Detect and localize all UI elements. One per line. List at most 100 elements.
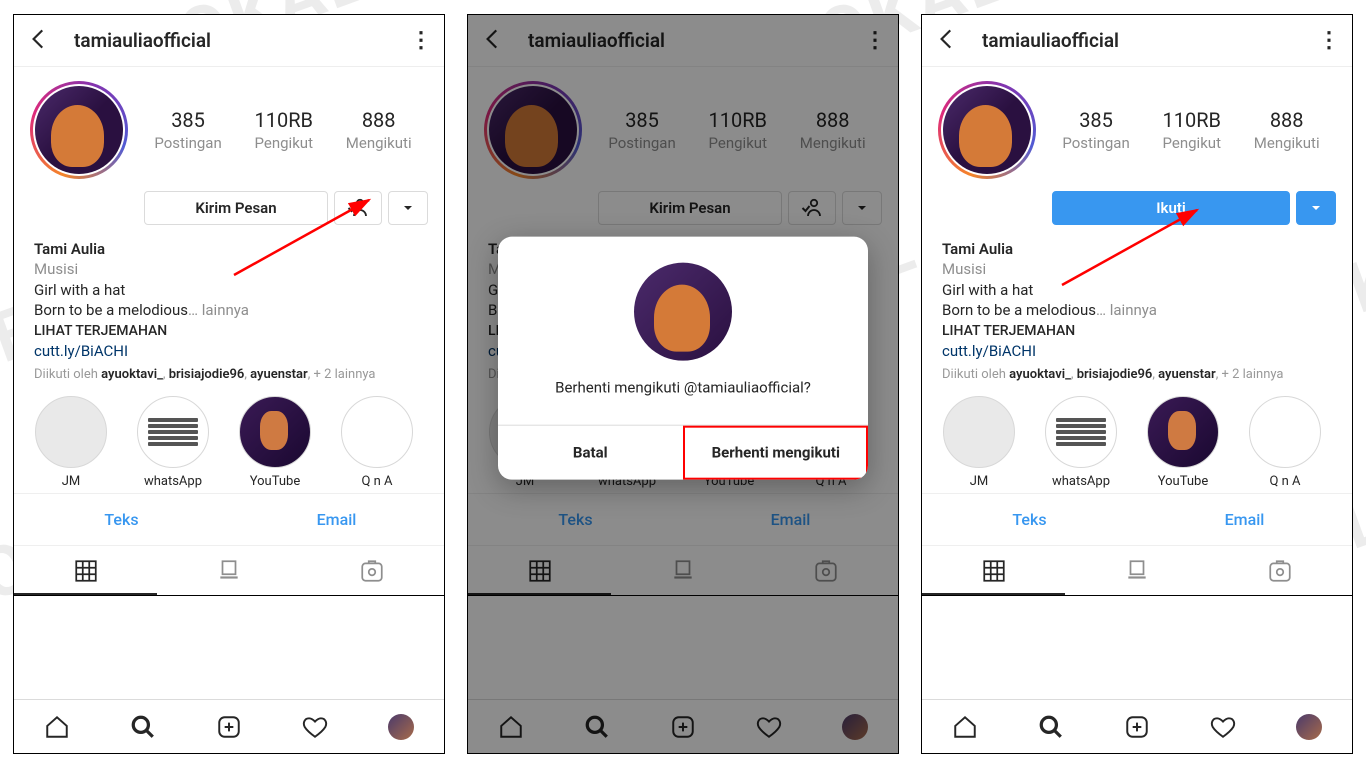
- profile-header: tamiauliaofficial ⋮: [922, 15, 1352, 67]
- highlight-item[interactable]: whatsApp: [128, 396, 218, 489]
- bio-link[interactable]: cutt.ly/BiACHI: [942, 341, 1332, 361]
- bio-more[interactable]: … lainnya: [188, 301, 249, 319]
- highlight-item[interactable]: Q n A: [332, 396, 422, 489]
- modal-confirm-button[interactable]: Berhenti mengikuti: [683, 426, 869, 480]
- highlights-row: JM whatsApp YouTube Q n A: [14, 386, 444, 494]
- highlight-item[interactable]: Q n A: [1240, 396, 1330, 489]
- bio-line2: Born to be a melodious… lainnya: [34, 300, 424, 320]
- profile-username: tamiauliaofficial: [982, 29, 1318, 52]
- action-row: Kirim Pesan: [14, 187, 444, 229]
- stat-following[interactable]: 888Mengikuti: [1254, 108, 1320, 152]
- bio-name: Tami Aulia: [942, 239, 1332, 259]
- unfollow-modal: Berhenti mengikuti @tamiauliaofficial? B…: [498, 237, 868, 480]
- contact-text-button[interactable]: Teks: [14, 494, 229, 545]
- stat-following-num: 888: [1254, 108, 1320, 132]
- highlight-label: Q n A: [332, 474, 422, 489]
- modal-cancel-button[interactable]: Batal: [498, 426, 683, 480]
- back-arrow-icon[interactable]: [26, 26, 52, 56]
- profile-stats: 385 Postingan 110RB Pengikut 888 Mengiku…: [138, 108, 428, 152]
- nav-home[interactable]: [14, 700, 100, 753]
- nav-search[interactable]: [1008, 700, 1094, 753]
- nav-profile[interactable]: [358, 700, 444, 753]
- suggestions-dropdown-button[interactable]: [1296, 191, 1336, 225]
- stat-posts[interactable]: 385Postingan: [1062, 108, 1129, 152]
- bio: Tami Aulia Musisi Girl with a hat Born t…: [14, 229, 444, 365]
- nav-activity[interactable]: [272, 700, 358, 753]
- bio-name: Tami Aulia: [34, 239, 424, 259]
- modal-buttons: Batal Berhenti mengikuti: [498, 425, 868, 480]
- stat-followers-label: Pengikut: [255, 134, 314, 152]
- stat-posts-num: 385: [1062, 108, 1129, 132]
- profile-avatar[interactable]: [938, 81, 1036, 179]
- followed-by-name: brisiajodie96: [169, 367, 245, 382]
- profile-header: tamiauliaofficial ⋮: [14, 15, 444, 67]
- tagged-view-tab[interactable]: [1209, 546, 1352, 595]
- bio-line2: Born to be a melodious: [942, 301, 1096, 319]
- contact-email-button[interactable]: Email: [229, 494, 444, 545]
- highlight-item[interactable]: YouTube: [1138, 396, 1228, 489]
- following-status-button[interactable]: [334, 191, 382, 225]
- highlight-label: JM: [934, 474, 1024, 489]
- followed-by-name: ayuenstar: [250, 367, 308, 382]
- phone-3: tamiauliaofficial ⋮ 385Postingan 110RBPe…: [921, 14, 1353, 754]
- followed-by-prefix: Diikuti oleh: [34, 367, 98, 382]
- contact-email-button[interactable]: Email: [1137, 494, 1352, 545]
- modal-text: Berhenti mengikuti @tamiauliaofficial?: [498, 379, 868, 425]
- followed-by-row[interactable]: Diikuti oleh ayuoktavi_, brisiajodie96, …: [922, 365, 1352, 386]
- stat-followers-num: 110RB: [1163, 108, 1222, 132]
- more-options-icon[interactable]: ⋮: [410, 28, 432, 53]
- more-options-icon[interactable]: ⋮: [1318, 28, 1340, 53]
- suggestions-dropdown-button[interactable]: [388, 191, 428, 225]
- feed-view-tab[interactable]: [157, 546, 300, 595]
- tagged-view-tab[interactable]: [301, 546, 444, 595]
- stat-following[interactable]: 888 Mengikuti: [346, 108, 412, 152]
- see-translation[interactable]: LIHAT TERJEMAHAN: [34, 322, 424, 341]
- bio-more[interactable]: … lainnya: [1096, 301, 1157, 319]
- stat-posts-label: Postingan: [154, 134, 221, 152]
- profile-avatar[interactable]: [30, 81, 128, 179]
- profile-row: 385 Postingan 110RB Pengikut 888 Mengiku…: [14, 67, 444, 187]
- see-translation[interactable]: LIHAT TERJEMAHAN: [942, 322, 1332, 341]
- message-button[interactable]: Kirim Pesan: [144, 191, 328, 225]
- follow-button[interactable]: Ikuti: [1052, 191, 1290, 225]
- stat-following-label: Mengikuti: [346, 134, 412, 152]
- highlight-item[interactable]: YouTube: [230, 396, 320, 489]
- stat-followers[interactable]: 110RBPengikut: [1163, 108, 1222, 152]
- highlight-label: YouTube: [230, 474, 320, 489]
- highlight-label: YouTube: [1138, 474, 1228, 489]
- highlight-label: JM: [26, 474, 116, 489]
- followed-by-suffix: , + 2 lainnya: [308, 367, 376, 382]
- followed-by-suffix: , + 2 lainnya: [1216, 367, 1284, 382]
- nav-profile[interactable]: [1266, 700, 1352, 753]
- back-arrow-icon[interactable]: [934, 26, 960, 56]
- profile-username: tamiauliaofficial: [74, 29, 410, 52]
- stat-following-num: 888: [346, 108, 412, 132]
- bottom-nav: [14, 699, 444, 753]
- bio-category: Musisi: [942, 259, 1332, 279]
- followed-by-row[interactable]: Diikuti oleh ayuoktavi_, brisiajodie96, …: [14, 365, 444, 386]
- stat-followers-num: 110RB: [255, 108, 314, 132]
- nav-add[interactable]: [186, 700, 272, 753]
- stat-posts[interactable]: 385 Postingan: [154, 108, 221, 152]
- stat-followers[interactable]: 110RB Pengikut: [255, 108, 314, 152]
- nav-add[interactable]: [1094, 700, 1180, 753]
- feed-view-tab[interactable]: [1065, 546, 1208, 595]
- followed-by-prefix: Diikuti oleh: [942, 367, 1006, 382]
- contact-text-button[interactable]: Teks: [922, 494, 1137, 545]
- bio-category: Musisi: [34, 259, 424, 279]
- highlight-item[interactable]: JM: [26, 396, 116, 489]
- grid-view-tab[interactable]: [922, 546, 1065, 595]
- highlight-item[interactable]: JM: [934, 396, 1024, 489]
- modal-avatar: [634, 263, 732, 361]
- nav-home[interactable]: [922, 700, 1008, 753]
- grid-view-tab[interactable]: [14, 546, 157, 595]
- followed-by-name: ayuenstar: [1158, 367, 1216, 382]
- bio-link[interactable]: cutt.ly/BiACHI: [34, 341, 424, 361]
- stage: tamiauliaofficial ⋮ 385 Postingan 110RB …: [0, 0, 1366, 768]
- followed-by-name: brisiajodie96: [1077, 367, 1153, 382]
- highlight-item[interactable]: whatsApp: [1036, 396, 1126, 489]
- nav-search[interactable]: [100, 700, 186, 753]
- highlight-label: whatsApp: [1036, 474, 1126, 489]
- nav-activity[interactable]: [1180, 700, 1266, 753]
- followed-by-name: ayuoktavi_: [101, 367, 163, 382]
